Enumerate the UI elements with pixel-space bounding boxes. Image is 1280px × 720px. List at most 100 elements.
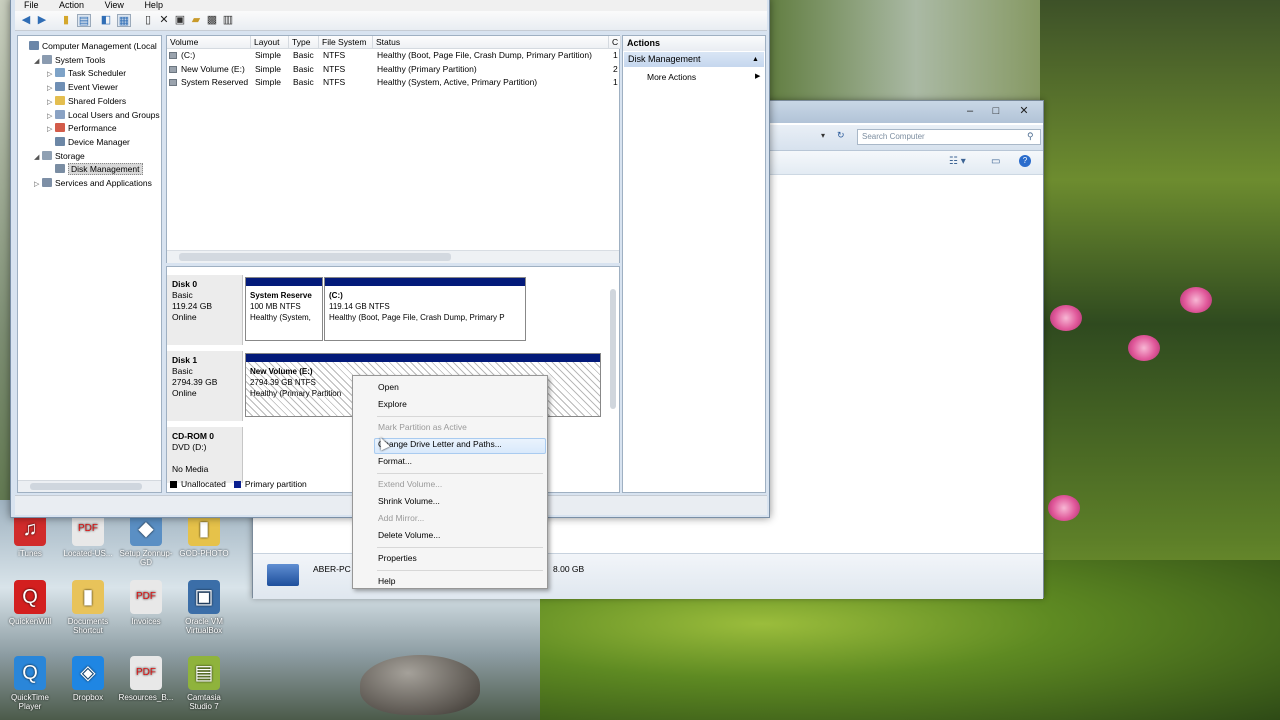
- actions-section-disk-management[interactable]: Disk Management ▲: [624, 52, 764, 67]
- desktop-icon[interactable]: ♫ iTunes: [2, 512, 58, 558]
- tree-item[interactable]: ▷ Services and Applications: [34, 177, 152, 191]
- menu-item[interactable]: Shrink Volume...: [378, 494, 440, 508]
- menu-item[interactable]: Format...: [378, 454, 412, 468]
- expand-icon[interactable]: ▷: [47, 111, 55, 123]
- tree-item[interactable]: ▷ Performance: [47, 122, 117, 136]
- desktop-icon[interactable]: ◆ Setup Zonnup-GD: [118, 512, 174, 567]
- legend-label: Unallocated: [181, 479, 226, 489]
- desktop-icon-label: GOD-PHOTO: [179, 549, 229, 558]
- flower-image: [1128, 335, 1160, 361]
- tree-item[interactable]: Computer Management (Local: [21, 40, 157, 52]
- menu-item[interactable]: Properties: [378, 551, 417, 565]
- tree-item-label: Performance: [68, 123, 117, 134]
- menu-help[interactable]: Help: [135, 0, 172, 11]
- dropdown-arrow-icon[interactable]: ▾: [821, 131, 825, 140]
- desktop-icon[interactable]: PDF Located-US...: [60, 512, 116, 558]
- tree-item[interactable]: Device Manager: [47, 136, 130, 148]
- menu-item[interactable]: Open: [378, 380, 399, 394]
- table-row[interactable]: (C:) Simple Basic NTFS Healthy (Boot, Page F…: [167, 50, 619, 62]
- back-icon[interactable]: ◀: [19, 14, 33, 27]
- desktop-icon[interactable]: ▮ Documents Shortcut: [60, 580, 116, 635]
- properties-icon[interactable]: ◧: [99, 14, 113, 27]
- expand-icon[interactable]: ◢: [34, 56, 42, 68]
- desktop-icon-label: Setup Zonnup-GD: [119, 549, 173, 567]
- column-type[interactable]: Type: [289, 36, 319, 49]
- views-icon[interactable]: ☷ ▾: [949, 156, 966, 167]
- desktop-icon[interactable]: PDF Invoices: [118, 580, 174, 626]
- partition[interactable]: (C:) 119.14 GB NTFS Healthy (Boot, Page Fi…: [324, 277, 526, 341]
- menu-file[interactable]: File: [15, 0, 48, 11]
- menu-item[interactable]: Delete Volume...: [378, 528, 440, 542]
- partition-bar: [325, 278, 525, 286]
- close-icon[interactable]: ✕: [1013, 103, 1035, 119]
- up-folder-icon[interactable]: ▮: [59, 14, 73, 27]
- help-pane-icon[interactable]: ▦: [117, 14, 131, 27]
- help-icon[interactable]: ?: [1019, 155, 1031, 167]
- delete-icon[interactable]: ✕: [157, 14, 171, 27]
- menu-action[interactable]: Action: [50, 0, 93, 11]
- column-volume[interactable]: Volume: [167, 36, 251, 49]
- desktop-icon[interactable]: Q QuickTime Player: [2, 656, 58, 711]
- expand-icon[interactable]: ▷: [47, 97, 55, 109]
- tree-item[interactable]: Disk Management: [47, 163, 143, 176]
- rescan-icon[interactable]: ▩: [205, 14, 219, 27]
- tree-item[interactable]: ◢ Storage: [34, 150, 85, 164]
- tree-item[interactable]: ▷ Task Scheduler: [47, 67, 126, 81]
- expand-icon[interactable]: ▷: [47, 124, 55, 136]
- context-menu[interactable]: Open Explore Mark Partition as Active Chang…: [352, 375, 548, 589]
- document-icon[interactable]: ▯: [141, 14, 155, 27]
- desktop-icon[interactable]: ▮ GOD-PHOTO: [176, 512, 232, 558]
- expand-icon[interactable]: ▷: [47, 69, 55, 81]
- minimize-icon[interactable]: –: [959, 103, 981, 119]
- desktop-icon[interactable]: Q QuickenWill: [2, 580, 58, 626]
- scroll-thumb[interactable]: [610, 289, 616, 409]
- expand-icon[interactable]: ▷: [34, 179, 42, 191]
- desktop-icon[interactable]: ◈ Dropbox: [60, 656, 116, 702]
- tree-item[interactable]: ▷ Local Users and Groups: [47, 109, 160, 123]
- forward-icon[interactable]: ▶: [35, 14, 49, 27]
- scroll-thumb[interactable]: [179, 253, 451, 261]
- collapse-icon[interactable]: ▲: [752, 52, 759, 67]
- show-hide-tree-icon[interactable]: ▤: [77, 14, 91, 27]
- expand-icon[interactable]: ◢: [34, 152, 42, 164]
- scroll-thumb[interactable]: [30, 483, 142, 490]
- tree-item[interactable]: ▷ Shared Folders: [47, 95, 126, 109]
- table-row[interactable]: New Volume (E:) Simple Basic NTFS Healthy (P…: [167, 64, 619, 76]
- graph-vertical-scrollbar[interactable]: [608, 277, 618, 477]
- more-actions[interactable]: More Actions ▶: [647, 72, 760, 82]
- desktop-icon[interactable]: PDF Resources_B...: [118, 656, 174, 702]
- tree-item[interactable]: ◢ System Tools: [34, 54, 105, 68]
- menu-view[interactable]: View: [96, 0, 133, 11]
- console-tree[interactable]: Computer Management (Local ◢ System Tools ▷…: [17, 35, 162, 493]
- menu-item[interactable]: Change Drive Letter and Paths...: [378, 437, 502, 451]
- menu-item[interactable]: Explore: [378, 397, 407, 411]
- search-icon[interactable]: ⚲: [1027, 131, 1034, 142]
- volume-list[interactable]: Volume Layout Type File System Status C …: [166, 35, 621, 263]
- disk-name: CD-ROM 0: [172, 431, 215, 441]
- desktop-icon[interactable]: ▣ Oracle VM VirtualBox: [176, 580, 232, 635]
- column-file-system[interactable]: File System: [319, 36, 373, 49]
- disk-label[interactable]: Disk 0 Basic 119.24 GB Online: [167, 275, 243, 345]
- expand-icon[interactable]: ▷: [47, 83, 55, 95]
- column-capacity[interactable]: C: [609, 36, 621, 49]
- preview-pane-icon[interactable]: ▭: [991, 156, 1000, 167]
- disk-label[interactable]: Disk 1 Basic 2794.39 GB Online: [167, 351, 243, 421]
- desktop-icon[interactable]: ▤ Camtasia Studio 7: [176, 656, 232, 711]
- partition-status: Healthy (System,: [250, 313, 311, 322]
- partition[interactable]: System Reserve 100 MB NTFS Healthy (System…: [245, 277, 323, 341]
- maximize-icon[interactable]: □: [985, 103, 1007, 119]
- column-layout[interactable]: Layout: [251, 36, 289, 49]
- tree-item-label: Event Viewer: [68, 82, 118, 93]
- menu-item[interactable]: Help: [378, 574, 395, 588]
- refresh-icon[interactable]: ↻: [837, 130, 845, 141]
- column-status[interactable]: Status: [373, 36, 609, 49]
- volume-horizontal-scrollbar[interactable]: [167, 250, 619, 263]
- view-icon[interactable]: ▥: [221, 14, 235, 27]
- tree-item[interactable]: ▷ Event Viewer: [47, 81, 118, 95]
- disk-icon[interactable]: ▣: [173, 14, 187, 27]
- table-row[interactable]: System Reserved Simple Basic NTFS Healthy (S…: [167, 77, 619, 89]
- search-input[interactable]: Search Computer: [857, 129, 1041, 145]
- open-folder-icon[interactable]: ▰: [189, 14, 203, 27]
- disk-label[interactable]: CD-ROM 0 DVD (D:) No Media: [167, 427, 243, 483]
- tree-horizontal-scrollbar[interactable]: [18, 480, 161, 492]
